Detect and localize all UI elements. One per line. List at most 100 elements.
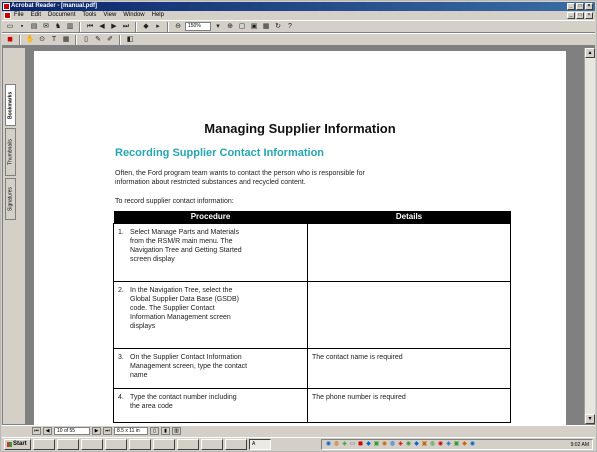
go-forward-icon[interactable]: ▸ — [153, 22, 163, 32]
single-page-icon[interactable]: ▯ — [150, 427, 159, 435]
menu-file[interactable]: File — [14, 11, 24, 20]
lead-in-text: To record supplier contact information: — [115, 198, 234, 205]
status-prev-page-icon[interactable]: ◀ — [43, 427, 52, 435]
rotate-icon[interactable]: ↻ — [273, 22, 283, 32]
print-icon[interactable]: ▤ — [29, 22, 39, 32]
highlight-tool-icon[interactable]: ✎ — [93, 35, 103, 45]
tray-icon[interactable]: ◆ — [365, 441, 372, 448]
start-button[interactable]: Start — [4, 439, 31, 450]
tray-icon[interactable]: ▭ — [349, 441, 356, 448]
tray-icon[interactable]: ▣ — [421, 441, 428, 448]
clock[interactable]: 9:02 AM — [571, 442, 592, 448]
document-icon[interactable] — [4, 12, 11, 19]
page-number-field[interactable]: 10 of 55 — [54, 427, 90, 435]
note-tool-icon[interactable]: ▯ — [81, 35, 91, 45]
actual-size-icon[interactable]: ▢ — [237, 22, 247, 32]
select-graphics-tool-icon[interactable]: ▦ — [61, 35, 71, 45]
tray-icon[interactable]: ◉ — [437, 441, 444, 448]
zoom-dropdown-icon[interactable]: ▾ — [213, 22, 223, 32]
stamp-tool-icon[interactable]: ◧ — [125, 35, 135, 45]
save-icon[interactable]: ▪ — [17, 22, 27, 32]
tray-icon[interactable]: ◍ — [333, 441, 340, 448]
step-line: Information Management screen — [130, 313, 231, 321]
doc-close-button[interactable]: × — [585, 12, 593, 19]
facing-pages-icon[interactable]: ▥ — [172, 427, 181, 435]
status-next-page-icon[interactable]: ▶ — [92, 427, 101, 435]
taskbar-button[interactable] — [129, 439, 151, 450]
taskbar-button[interactable] — [225, 439, 247, 450]
previous-page-icon[interactable]: ◀ — [97, 22, 107, 32]
taskbar-button[interactable] — [81, 439, 103, 450]
tray-icon[interactable]: ◼ — [357, 441, 364, 448]
scroll-up-icon[interactable]: ▴ — [585, 48, 595, 58]
go-back-icon[interactable]: ◆ — [141, 22, 151, 32]
email-icon[interactable]: ✉ — [41, 22, 51, 32]
status-last-page-icon[interactable]: ⏭ — [103, 427, 112, 435]
zoom-out-icon[interactable]: ⊖ — [173, 22, 183, 32]
menu-tools[interactable]: Tools — [82, 11, 96, 20]
step-line: from the RSM/R main menu. The — [130, 237, 233, 245]
open-icon[interactable]: ▭ — [5, 22, 15, 32]
tray-icon[interactable]: ◆ — [461, 441, 468, 448]
taskbar-button[interactable] — [153, 439, 175, 450]
taskbar-button-active[interactable]: A — [249, 439, 271, 450]
fit-page-icon[interactable]: ▣ — [249, 22, 259, 32]
tray-icon[interactable]: ◉ — [325, 441, 332, 448]
zoom-field[interactable]: 150% — [185, 22, 211, 31]
close-button[interactable]: × — [585, 3, 593, 10]
navigation-pane: Bookmarks Thumbnails Signatures — [3, 48, 26, 424]
fit-width-icon[interactable]: ▦ — [261, 22, 271, 32]
help-icon[interactable]: ? — [285, 22, 295, 32]
vertical-scrollbar[interactable]: ▴ ▾ — [584, 48, 595, 424]
scroll-down-icon[interactable]: ▾ — [585, 414, 595, 424]
menu-edit[interactable]: Edit — [31, 11, 41, 20]
pencil-tool-icon[interactable]: ✐ — [105, 35, 115, 45]
menu-document[interactable]: Document — [48, 11, 75, 20]
menu-view[interactable]: View — [103, 11, 116, 20]
menu-help[interactable]: Help — [152, 11, 164, 20]
taskbar-button[interactable] — [177, 439, 199, 450]
status-first-page-icon[interactable]: ⏮ — [32, 427, 41, 435]
taskbar-button[interactable] — [105, 439, 127, 450]
tray-icon[interactable]: ◉ — [381, 441, 388, 448]
tray-icon[interactable]: ◍ — [429, 441, 436, 448]
tab-thumbnails[interactable]: Thumbnails — [5, 128, 16, 176]
find-icon[interactable]: ♞ — [53, 22, 63, 32]
tools-toolbar: ◼ ✋ ⊙ T ▦ ▯ ✎ ✐ ◧ — [2, 33, 595, 46]
tray-icon[interactable]: ▣ — [373, 441, 380, 448]
select-text-tool-icon[interactable]: T — [49, 35, 59, 45]
show-navigation-pane-icon[interactable]: ▥ — [65, 22, 75, 32]
tab-bookmarks[interactable]: Bookmarks — [5, 84, 16, 126]
taskbar-button[interactable] — [57, 439, 79, 450]
zoom-tool-icon[interactable]: ⊙ — [37, 35, 47, 45]
doc-restore-button[interactable]: □ — [576, 12, 584, 19]
next-page-icon[interactable]: ▶ — [109, 22, 119, 32]
minimize-button[interactable]: _ — [567, 3, 575, 10]
tray-icon[interactable]: ◆ — [413, 441, 420, 448]
tray-icon[interactable]: ◈ — [445, 441, 452, 448]
pdf-icon[interactable]: ◼ — [5, 35, 15, 45]
tray-icon[interactable]: ◈ — [397, 441, 404, 448]
hand-tool-icon[interactable]: ✋ — [25, 35, 35, 45]
tray-icon[interactable]: ◈ — [341, 441, 348, 448]
acrobat-app-icon[interactable] — [3, 3, 10, 10]
tray-icon[interactable]: ▣ — [453, 441, 460, 448]
taskbar-button[interactable] — [201, 439, 223, 450]
tray-icon[interactable]: ◍ — [389, 441, 396, 448]
doc-minimize-button[interactable]: _ — [567, 12, 575, 19]
taskbar-button[interactable] — [33, 439, 55, 450]
tray-icon[interactable]: ◉ — [469, 441, 476, 448]
step-number: 1. — [118, 228, 124, 236]
tab-signatures[interactable]: Signatures — [5, 178, 16, 220]
menu-window[interactable]: Window — [123, 11, 144, 20]
main-toolbar: ▭ ▪ ▤ ✉ ♞ ▥ ⏮ ◀ ▶ ⏭ ◆ ▸ ⊖ 150% ▾ ⊕ ▢ ▣ ▦… — [2, 20, 595, 33]
first-page-icon[interactable]: ⏮ — [85, 22, 95, 32]
step-line: On the Supplier Contact Information — [130, 353, 242, 361]
last-page-icon[interactable]: ⏭ — [121, 22, 131, 32]
tray-icon[interactable]: ◉ — [405, 441, 412, 448]
step-line: Select Manage Parts and Materials — [130, 228, 239, 236]
maximize-button[interactable]: □ — [576, 3, 584, 10]
zoom-in-icon[interactable]: ⊕ — [225, 22, 235, 32]
details-cell: The contact name is required — [307, 347, 511, 389]
continuous-icon[interactable]: ▮ — [161, 427, 170, 435]
